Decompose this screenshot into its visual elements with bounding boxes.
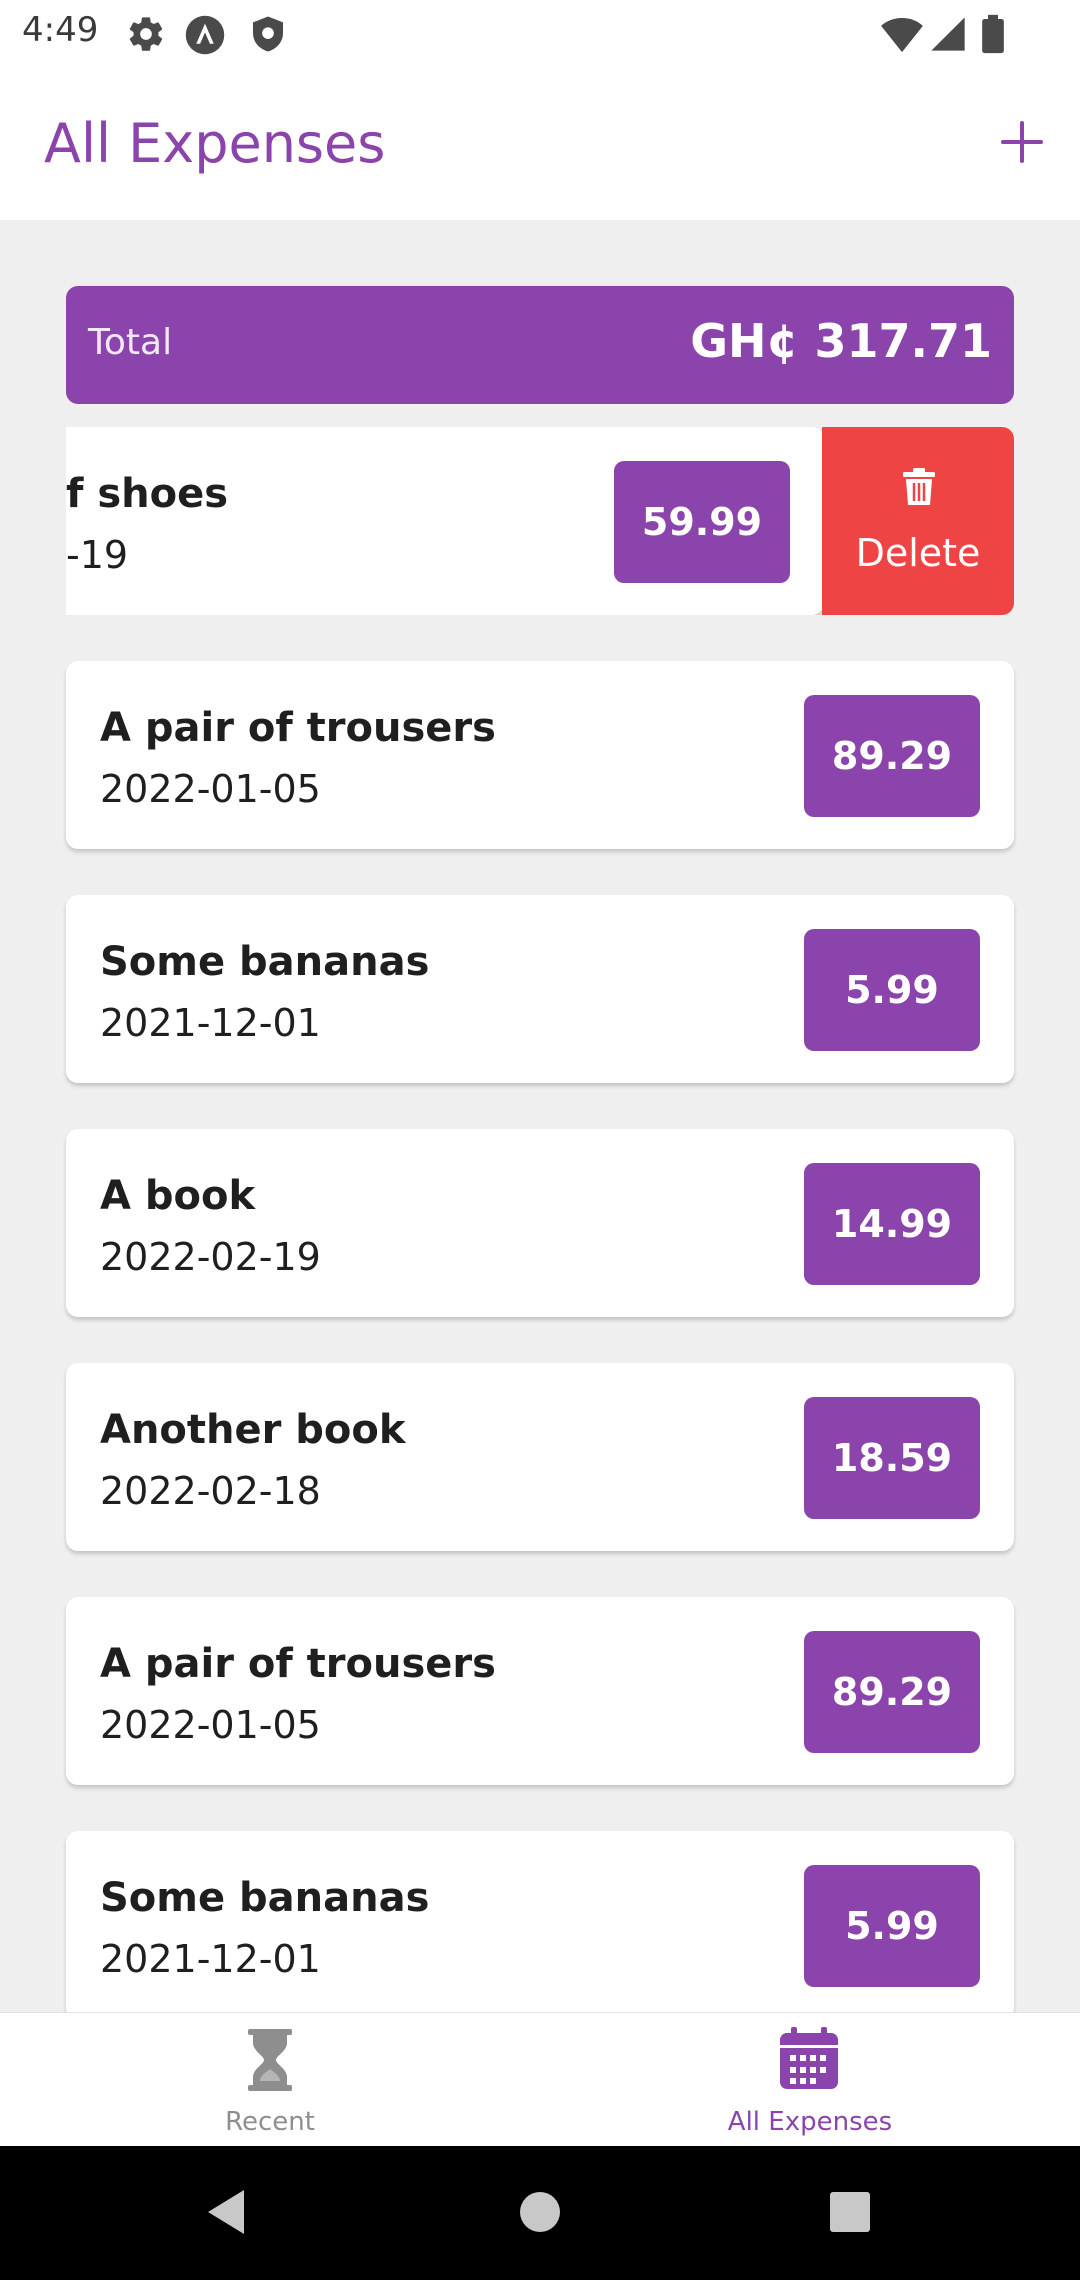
amount-badge: 59.99 [614, 461, 790, 583]
expense-card[interactable]: Some bananas 2021-12-01 5.99 [66, 895, 1014, 1083]
expense-date: 2022-01-05 [100, 767, 321, 811]
back-button[interactable] [204, 2188, 248, 2240]
expense-title: A book [100, 1173, 256, 1219]
amount-badge: 14.99 [804, 1163, 980, 1285]
total-label: Total [88, 322, 173, 363]
amount-badge: 5.99 [804, 929, 980, 1051]
expense-title: A pair of trousers [100, 705, 496, 751]
hourglass-icon [246, 2029, 294, 2095]
expense-title: A pair of trousers [100, 1641, 496, 1687]
tab-recent[interactable]: Recent [0, 2013, 540, 2147]
amount-badge: 5.99 [804, 1865, 980, 1987]
expense-card[interactable]: Another book 2022-02-18 18.59 [66, 1363, 1014, 1551]
expense-date: 2022-02-19 [100, 1235, 321, 1279]
settings-gear-icon [126, 14, 166, 58]
plus-icon [1001, 121, 1043, 163]
shield-icon [248, 14, 288, 58]
expense-date: 2022-02-18 [100, 1469, 321, 1513]
amount-badge: 89.29 [804, 695, 980, 817]
signal-icon [928, 14, 968, 58]
calendar-icon [778, 2027, 840, 2095]
add-expense-button[interactable] [984, 104, 1060, 180]
expense-card[interactable]: f shoes -19 59.99 [66, 427, 824, 615]
tab-all-expenses[interactable]: All Expenses [540, 2013, 1080, 2147]
expense-title: Another book [100, 1407, 406, 1453]
delete-button[interactable]: Delete [822, 427, 1014, 615]
page-title: All Expenses [44, 112, 386, 175]
tab-all-expenses-label: All Expenses [727, 2107, 893, 2137]
expense-card[interactable]: Some bananas 2021-12-01 5.99 [66, 1831, 1014, 2012]
expense-title: Some bananas [100, 939, 430, 985]
delete-label: Delete [855, 531, 981, 575]
bottom-nav: Recent All Expenses [0, 2012, 1080, 2147]
battery-icon [980, 14, 1006, 58]
expense-card[interactable]: A book 2022-02-19 14.99 [66, 1129, 1014, 1317]
expense-date: 2022-01-05 [100, 1703, 321, 1747]
expense-card[interactable]: A pair of trousers 2022-01-05 89.29 [66, 661, 1014, 849]
total-summary: Total GH¢ 317.71 [66, 286, 1014, 404]
app-a-icon [184, 14, 226, 60]
expense-date: -19 [66, 533, 129, 577]
app-header: All Expenses [0, 68, 1080, 220]
expense-date: 2021-12-01 [100, 1001, 321, 1045]
total-value: GH¢ 317.71 [690, 314, 992, 368]
swiped-expense-row[interactable]: f shoes -19 59.99 Delete [66, 427, 1014, 615]
tab-recent-label: Recent [225, 2107, 315, 2137]
expense-list[interactable]: Total GH¢ 317.71 f shoes -19 59.99 Delet… [0, 220, 1080, 2012]
status-bar: 4:49 [0, 0, 1080, 68]
status-time: 4:49 [22, 10, 99, 50]
amount-badge: 89.29 [804, 1631, 980, 1753]
expense-card[interactable]: A pair of trousers 2022-01-05 89.29 [66, 1597, 1014, 1785]
trash-icon [902, 467, 936, 511]
app-screen: 4:49 All Expenses Total GH¢ 317.71 f sho… [0, 0, 1080, 2280]
wifi-icon [880, 14, 924, 58]
expense-title: Some bananas [100, 1875, 430, 1921]
system-nav-bar [0, 2146, 1080, 2280]
expense-date: 2021-12-01 [100, 1937, 321, 1981]
expense-title: f shoes [66, 471, 229, 517]
recents-button[interactable] [828, 2188, 872, 2240]
home-button[interactable] [518, 2188, 562, 2240]
amount-badge: 18.59 [804, 1397, 980, 1519]
